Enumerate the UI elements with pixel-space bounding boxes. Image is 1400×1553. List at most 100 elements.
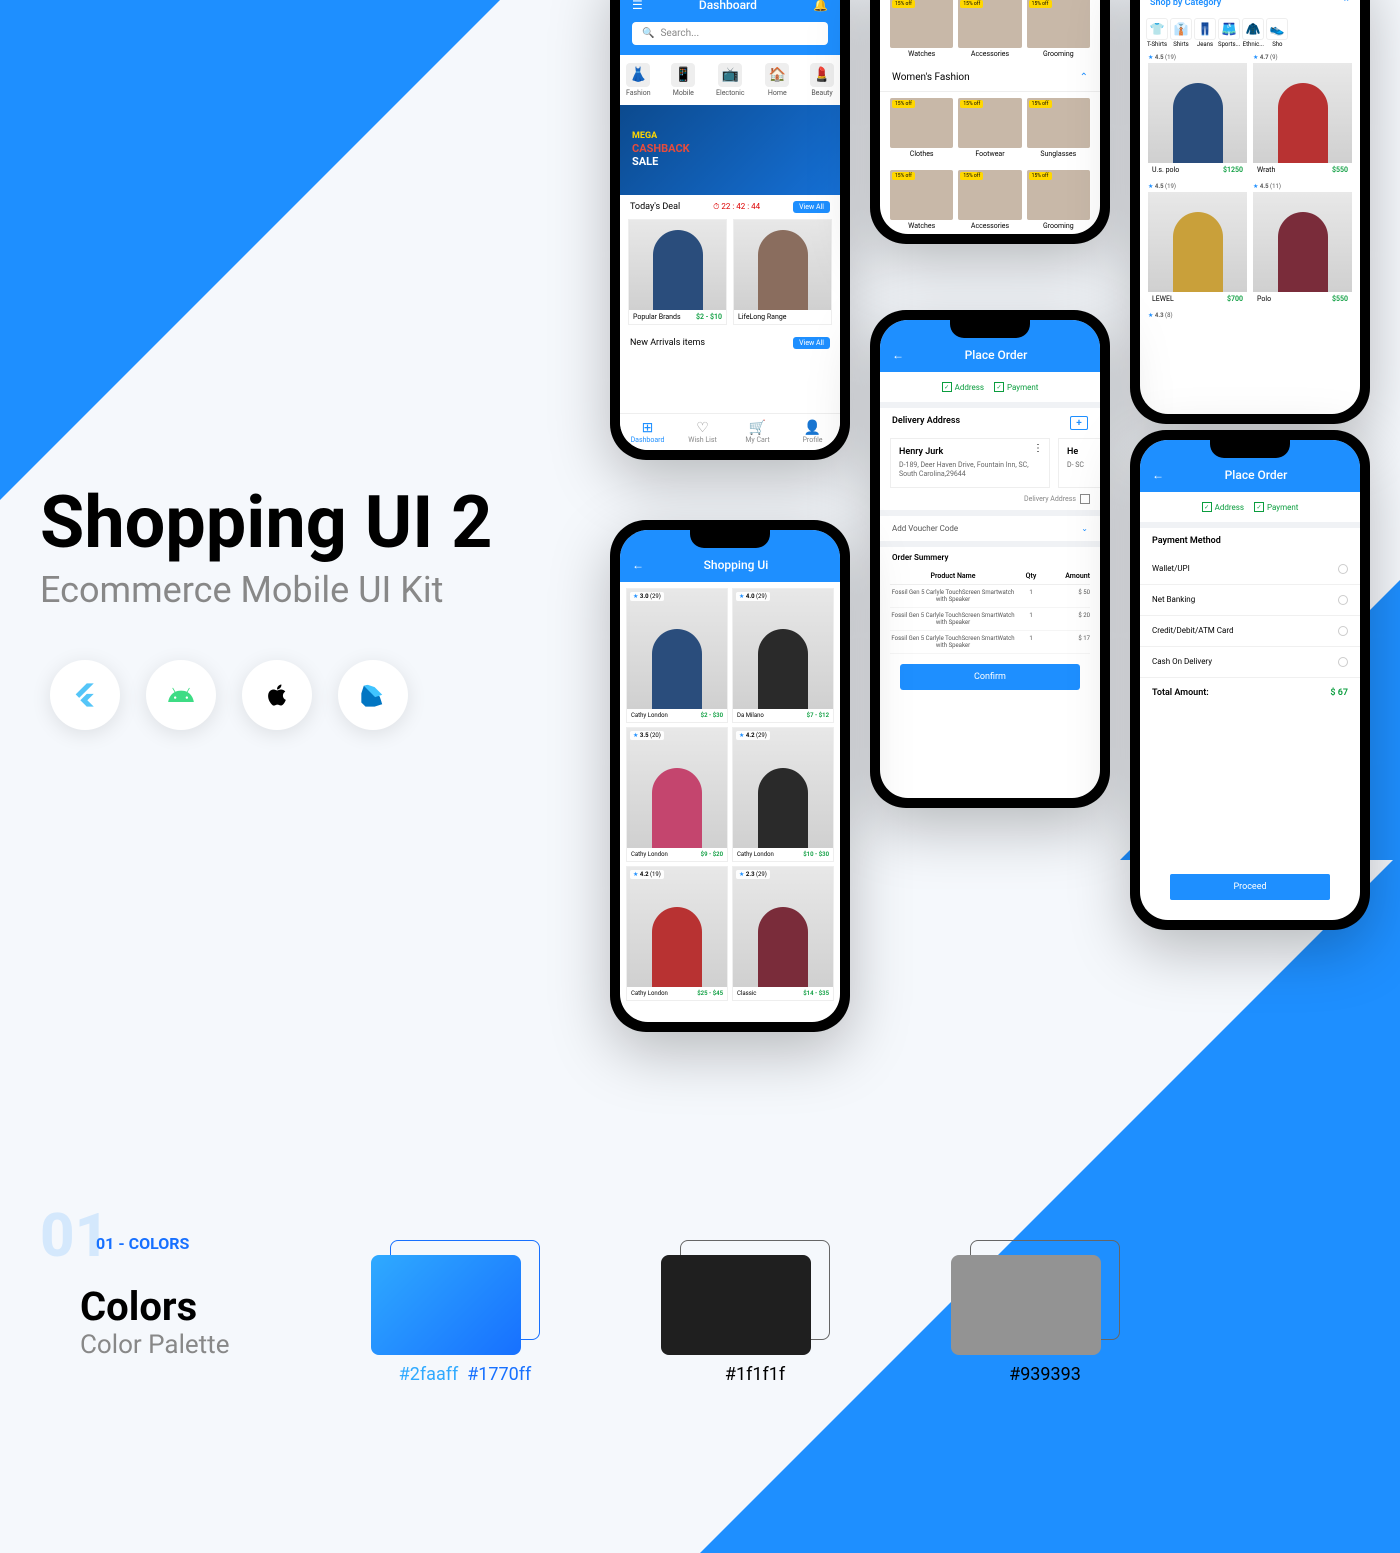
confirm-button[interactable]: Confirm	[900, 664, 1080, 690]
nav-wishlist[interactable]: ♡Wish List	[675, 420, 730, 444]
thumb-watches2[interactable]: 15% offWatches	[890, 170, 953, 230]
expand-womens[interactable]: Women's Fashion⌃	[880, 64, 1100, 92]
add-address-button[interactable]: +	[1070, 416, 1088, 430]
search-input[interactable]: 🔍 Search...	[632, 22, 828, 45]
product-card[interactable]	[1253, 310, 1352, 321]
checkbox[interactable]	[1080, 494, 1090, 504]
radio[interactable]	[1338, 626, 1348, 636]
step-address: ✓Address	[1202, 502, 1244, 512]
back-icon[interactable]: ←	[1152, 468, 1164, 482]
category-fashion[interactable]: 👗Fashion	[626, 63, 651, 97]
pay-option-wallet[interactable]: Wallet/UPI	[1140, 554, 1360, 585]
category-home[interactable]: 🏠Home	[765, 63, 789, 97]
thumb-sunglasses[interactable]: 15% offSunglasses	[1027, 98, 1090, 158]
pay-option-card[interactable]: Credit/Debit/ATM Card	[1140, 616, 1360, 647]
promo-banner[interactable]: MEGA CASHBACK SALE	[620, 105, 840, 195]
product-card[interactable]: ★ 4.2 (19) Cathy London$25 - $45	[626, 866, 728, 1001]
proceed-button[interactable]: Proceed	[1170, 874, 1330, 900]
category-electronic[interactable]: 📺Electonic	[716, 63, 745, 97]
color-swatch-dark: #1f1f1f	[680, 1240, 830, 1385]
thumb-accessories2[interactable]: 15% offAccessories	[958, 170, 1021, 230]
product-price: $2 - $30	[701, 712, 723, 719]
order-item: Fossil Gen 5 Carlyle TouchScreen Smartwa…	[890, 585, 1090, 608]
deal-timer: ⏱ 22 : 42 : 44	[713, 202, 760, 212]
category-beauty[interactable]: 💄Beauty	[810, 63, 834, 97]
phone-categories: 15% offWatches 15% offAccessories 15% of…	[870, 0, 1110, 244]
thumb-clothes[interactable]: 15% offClothes	[890, 98, 953, 158]
shop-category-header[interactable]: Shop by Category⌃	[1140, 0, 1360, 14]
voucher-row[interactable]: Add Voucher Code⌄	[880, 516, 1100, 541]
bell-icon[interactable]: 🔔	[813, 0, 828, 12]
notch	[1210, 440, 1290, 458]
radio[interactable]	[1338, 564, 1348, 574]
product-card[interactable]: ★ 4.0 (29) Da Milano$7 - $12	[732, 588, 834, 723]
product-card[interactable]: LifeLong Range	[733, 219, 832, 325]
delivery-address-title: Delivery Address	[892, 416, 960, 430]
product-card[interactable]: ★ 4.5 (11) Polo$550	[1253, 181, 1352, 306]
product-name: Cathy London	[631, 851, 668, 858]
product-card[interactable]: ★ 2.3 (29) Classic$14 - $35	[732, 866, 834, 1001]
product-image	[629, 220, 726, 310]
rating-badge: ★ 3.5 (20)	[630, 731, 664, 740]
product-card[interactable]: ★ 4.5 (19) U.s. polo$1250	[1148, 52, 1247, 177]
product-card[interactable]: ★ 4.5 (19) LEWEL$700	[1148, 181, 1247, 306]
chip-shirts[interactable]: 👔Shirts	[1170, 18, 1192, 48]
nav-dashboard[interactable]: ⊞Dashboard	[620, 420, 675, 444]
product-price: $7 - $12	[807, 712, 829, 719]
product-image	[627, 728, 727, 848]
step-payment: ✓Payment	[994, 382, 1038, 392]
more-icon[interactable]: ⋮	[1033, 443, 1043, 454]
product-card[interactable]: ★ 4.7 (9) Wrath$550	[1253, 52, 1352, 177]
new-arrivals-header: New Arrivals items View All	[620, 331, 840, 355]
radio[interactable]	[1338, 657, 1348, 667]
product-card[interactable]: ★ 4.3 (8)	[1148, 310, 1247, 321]
view-all-button[interactable]: View All	[793, 201, 830, 213]
search-icon: 🔍	[642, 28, 654, 39]
radio[interactable]	[1338, 595, 1348, 605]
product-price: $14 - $35	[803, 990, 829, 997]
address-card[interactable]: ⋮ Henry Jurk D-189, Deer Haven Drive, Fo…	[890, 438, 1050, 488]
product-price: $10 - $30	[803, 851, 829, 858]
chip-sports[interactable]: 🩳Sports...	[1218, 18, 1240, 48]
product-name: Cathy London	[631, 990, 668, 997]
hero-subtitle: Ecommerce Mobile UI Kit	[40, 569, 492, 611]
thumb-grooming[interactable]: 15% offGrooming	[1027, 0, 1090, 58]
nav-cart[interactable]: 🛒My Cart	[730, 420, 785, 444]
order-item: Fossil Gen 5 Carlyle TouchScreen SmartWa…	[890, 631, 1090, 654]
product-card[interactable]: ★ 3.5 (20) Cathy London$9 - $20	[626, 727, 728, 862]
chip-row: 👕T-Shirts 👔Shirts 👖Jeans 🩳Sports... 🧥Eth…	[1140, 14, 1360, 52]
back-icon[interactable]: ←	[892, 348, 904, 362]
banner-text: MEGA CASHBACK SALE	[632, 131, 690, 168]
chip-shoes[interactable]: 👟Sho	[1266, 18, 1288, 48]
apple-icon	[242, 660, 312, 730]
product-price: $25 - $45	[697, 990, 723, 997]
thumb-footwear[interactable]: 15% offFootwear	[958, 98, 1021, 158]
tech-icons-row	[50, 660, 408, 730]
chip-tshirts[interactable]: 👕T-Shirts	[1146, 18, 1168, 48]
rating-badge: ★ 2.3 (29)	[736, 870, 770, 879]
chip-ethnic[interactable]: 🧥Ethnic...	[1242, 18, 1264, 48]
total-amount: $ 67	[1330, 688, 1348, 698]
chip-jeans[interactable]: 👖Jeans	[1194, 18, 1216, 48]
pay-option-netbanking[interactable]: Net Banking	[1140, 585, 1360, 616]
view-all-button[interactable]: View All	[793, 337, 830, 349]
product-card[interactable]: Popular Brands$2 - $10	[628, 219, 727, 325]
thumb-watches[interactable]: 15% offWatches	[890, 0, 953, 58]
product-card[interactable]: ★ 3.0 (29) Cathy London$2 - $30	[626, 588, 728, 723]
section-number: 01	[40, 1200, 109, 1271]
address-card[interactable]: He D- SC	[1058, 438, 1100, 488]
nav-profile[interactable]: 👤Profile	[785, 420, 840, 444]
category-mobile[interactable]: 📱Mobile	[671, 63, 695, 97]
product-card[interactable]: ★ 4.2 (29) Cathy London$10 - $30	[732, 727, 834, 862]
menu-icon[interactable]: ☰	[632, 0, 643, 12]
android-icon	[146, 660, 216, 730]
rating-badge: ★ 3.0 (29)	[630, 592, 664, 601]
flutter-icon	[50, 660, 120, 730]
thumb-grooming2[interactable]: 15% offGrooming	[1027, 170, 1090, 230]
hero-title: Shopping UI 2	[40, 480, 492, 565]
bottom-nav: ⊞Dashboard ♡Wish List 🛒My Cart 👤Profile	[620, 413, 840, 450]
thumb-accessories[interactable]: 15% offAccessories	[958, 0, 1021, 58]
pay-option-cod[interactable]: Cash On Delivery	[1140, 647, 1360, 678]
product-image	[734, 220, 831, 310]
back-icon[interactable]: ←	[632, 558, 644, 572]
